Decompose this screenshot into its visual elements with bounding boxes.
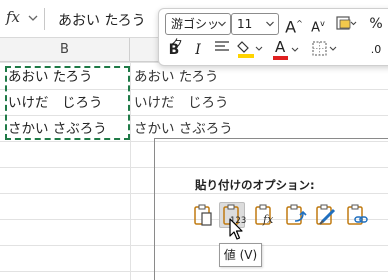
shrink-font-label: A (311, 20, 321, 36)
bold-label: B (168, 42, 180, 58)
fill-color-button[interactable] (235, 39, 265, 61)
clipboard-brush-icon (316, 204, 336, 225)
insert-function-button[interactable]: fx (6, 8, 40, 30)
mouse-pointer-icon (229, 218, 243, 240)
chevron-down-icon (218, 21, 226, 27)
bold-button[interactable]: B (163, 39, 185, 61)
mini-toolbar: 游ゴシック 11 A^ Av % B I A .0 (158, 8, 388, 66)
paste-formulas-button[interactable]: fx (251, 202, 277, 228)
number-format-icon (336, 16, 357, 30)
grow-font-button[interactable]: A^ (283, 13, 305, 37)
column-header-b[interactable]: B (0, 38, 130, 62)
clipboard-link-icon (347, 204, 368, 225)
clipboard-icon (194, 204, 212, 226)
formula-bar-input[interactable]: あおい たろう (58, 10, 146, 30)
italic-label: I (195, 42, 201, 58)
font-color-bar-icon (273, 47, 299, 60)
italic-button[interactable]: I (187, 39, 209, 61)
decimal-button[interactable]: .0 (359, 39, 388, 61)
paste-transpose-button[interactable] (282, 202, 308, 228)
chevron-down-icon (266, 21, 274, 27)
borders-icon (312, 41, 337, 56)
font-size-select[interactable]: 11 (231, 13, 279, 35)
fx-label: fx (6, 8, 21, 26)
paint-bucket-icon (237, 41, 263, 58)
formula-bar-divider (44, 8, 45, 30)
cell-c2[interactable]: いけだ じろう (134, 90, 229, 116)
font-size-value: 11 (237, 17, 253, 31)
percent-style-button[interactable]: % (365, 13, 387, 35)
font-color-button[interactable]: A (271, 38, 301, 61)
paste-values-tooltip: 値 (V) (219, 243, 262, 267)
grid-line (130, 62, 131, 280)
cell-c1[interactable]: あおい たろう (134, 64, 218, 90)
align-button[interactable] (211, 39, 233, 61)
paste-link-button[interactable] (343, 202, 369, 228)
chevron-down-icon[interactable] (28, 14, 38, 22)
copy-marquee (5, 66, 130, 140)
shrink-font-button[interactable]: Av (307, 13, 329, 35)
decimal-label: .0 (370, 43, 382, 56)
paste-options-title: 貼り付けのオプション: (195, 178, 315, 192)
align-lines-icon (215, 41, 229, 51)
borders-button[interactable] (309, 39, 339, 61)
formulas-badge: fx (263, 213, 274, 226)
paste-formatting-button[interactable] (312, 202, 338, 228)
paste-button[interactable] (190, 202, 216, 228)
percent-label: % (369, 16, 383, 32)
grow-font-label: A (285, 17, 297, 37)
font-name-select[interactable]: 游ゴシック (165, 13, 231, 51)
clipboard-transpose-icon (286, 204, 307, 225)
number-format-button[interactable] (333, 13, 359, 35)
